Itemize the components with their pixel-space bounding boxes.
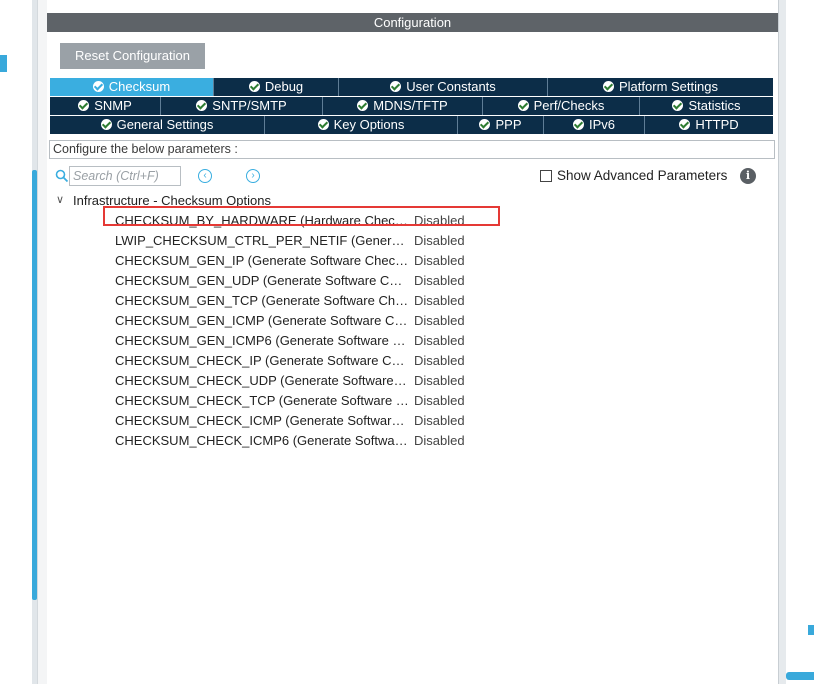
tab-label: HTTPD: [695, 117, 739, 132]
param-name: LWIP_CHECKSUM_CTRL_PER_NETIF (Generate S…: [115, 233, 409, 248]
group-label[interactable]: Infrastructure - Checksum Options: [73, 193, 271, 208]
check-circle-icon: [672, 100, 684, 111]
previous-result-icon[interactable]: ‹: [198, 169, 212, 183]
check-circle-icon: [679, 119, 691, 130]
tab-platform-settings[interactable]: Platform Settings: [548, 78, 773, 96]
param-value[interactable]: Disabled: [414, 431, 465, 451]
param-value[interactable]: Disabled: [414, 211, 465, 231]
param-value[interactable]: Disabled: [414, 311, 465, 331]
tab-statistics[interactable]: Statistics: [640, 97, 773, 115]
param-value[interactable]: Disabled: [414, 391, 465, 411]
check-circle-icon: [572, 119, 584, 130]
next-result-icon[interactable]: ›: [246, 169, 260, 183]
tab-row-2: SNMP SNTP/SMTP MDNS/TFTP Perf/Checks Sta…: [50, 97, 773, 115]
tab-label: Debug: [264, 79, 304, 94]
check-circle-icon: [196, 100, 208, 111]
tab-label: Platform Settings: [619, 79, 718, 94]
param-name: CHECKSUM_GEN_ICMP (Generate Software Che…: [115, 313, 409, 328]
description-box: Configure the below parameters :: [49, 140, 775, 159]
tab-checksum[interactable]: Checksum: [50, 78, 214, 96]
param-row[interactable]: CHECKSUM_CHECK_ICMP6 (Generate Software …: [115, 431, 475, 451]
param-row[interactable]: CHECKSUM_GEN_ICMP (Generate Software Che…: [115, 311, 475, 331]
tab-user-constants[interactable]: User Constants: [339, 78, 548, 96]
tab-label: General Settings: [116, 117, 214, 132]
check-circle-icon: [78, 100, 90, 111]
tab-label: Key Options: [333, 117, 405, 132]
param-row[interactable]: CHECKSUM_GEN_ICMP6 (Generate Software Ch…: [115, 331, 475, 351]
param-row[interactable]: CHECKSUM_GEN_TCP (Generate Software Chec…: [115, 291, 475, 311]
search-input[interactable]: [69, 166, 181, 186]
check-circle-icon: [357, 100, 369, 111]
param-name: CHECKSUM_CHECK_ICMP6 (Generate Software …: [115, 433, 409, 448]
left-splitter[interactable]: [37, 0, 47, 684]
tab-snmp[interactable]: SNMP: [50, 97, 161, 115]
tab-general-settings[interactable]: General Settings: [50, 116, 265, 134]
check-circle-icon: [92, 81, 104, 92]
param-value[interactable]: Disabled: [414, 331, 465, 351]
tab-label: SNMP: [94, 98, 132, 113]
tab-label: Statistics: [688, 98, 741, 113]
tab-label: User Constants: [406, 79, 496, 94]
param-value[interactable]: Disabled: [414, 291, 465, 311]
param-value[interactable]: Disabled: [414, 411, 465, 431]
check-circle-icon: [517, 100, 529, 111]
param-name: CHECKSUM_CHECK_UDP (Generate Software Ch…: [115, 373, 409, 388]
show-advanced-label: Show Advanced Parameters: [557, 168, 728, 183]
tab-mdns-tftp[interactable]: MDNS/TFTP: [323, 97, 483, 115]
tab-label: PPP: [495, 117, 522, 132]
param-row[interactable]: CHECKSUM_CHECK_ICMP (Generate Software C…: [115, 411, 475, 431]
param-value[interactable]: Disabled: [414, 371, 465, 391]
tab-httpd[interactable]: HTTPD: [645, 116, 773, 134]
right-pane: [786, 0, 814, 684]
param-row[interactable]: CHECKSUM_CHECK_IP (Generate Software Che…: [115, 351, 475, 371]
check-circle-icon: [248, 81, 260, 92]
check-circle-icon: [317, 119, 329, 130]
param-value[interactable]: Disabled: [414, 231, 465, 251]
search-icon: [55, 169, 69, 183]
param-name: CHECKSUM_GEN_IP (Generate Software Check…: [115, 253, 409, 268]
tab-label: MDNS/TFTP: [373, 98, 448, 113]
param-name: CHECKSUM_CHECK_IP (Generate Software Che…: [115, 353, 409, 368]
right-pane-marker: [808, 625, 814, 635]
param-value[interactable]: Disabled: [414, 251, 465, 271]
check-circle-icon: [479, 119, 491, 130]
param-name: CHECKSUM_GEN_TCP (Generate Software Chec…: [115, 293, 409, 308]
reset-configuration-button[interactable]: Reset Configuration: [60, 43, 205, 69]
tab-row-1: Checksum Debug User Constants Platform S…: [50, 78, 773, 96]
right-scrollbar-thumb[interactable]: [786, 672, 814, 680]
tab-label: SNTP/SMTP: [212, 98, 287, 113]
param-row[interactable]: CHECKSUM_GEN_UDP (Generate Software Chec…: [115, 271, 475, 291]
tab-key-options[interactable]: Key Options: [265, 116, 458, 134]
show-advanced-checkbox[interactable]: [540, 170, 552, 182]
tab-perf-checks[interactable]: Perf/Checks: [483, 97, 640, 115]
tab-sntp-smtp[interactable]: SNTP/SMTP: [161, 97, 323, 115]
tab-label: Checksum: [108, 79, 171, 94]
check-circle-icon: [603, 81, 614, 92]
param-row[interactable]: CHECKSUM_GEN_IP (Generate Software Check…: [115, 251, 475, 271]
chevron-down-icon[interactable]: ∨: [56, 194, 68, 206]
param-value[interactable]: Disabled: [414, 351, 465, 371]
tab-row-3: General Settings Key Options PPP IPv6 HT…: [50, 116, 773, 134]
tab-ppp[interactable]: PPP: [458, 116, 544, 134]
check-circle-icon: [100, 119, 112, 130]
tab-label: IPv6: [588, 117, 615, 132]
param-name: CHECKSUM_GEN_UDP (Generate Software Chec…: [115, 273, 409, 288]
tab-label: Perf/Checks: [533, 98, 605, 113]
tab-debug[interactable]: Debug: [214, 78, 339, 96]
param-name: CHECKSUM_CHECK_TCP (Generate Software Ch…: [115, 393, 409, 408]
param-name: CHECKSUM_CHECK_ICMP (Generate Software C…: [115, 413, 409, 428]
param-row[interactable]: CHECKSUM_BY_HARDWARE (Hardware Checksum)…: [115, 211, 475, 231]
param-name: CHECKSUM_BY_HARDWARE (Hardware Checksum): [115, 213, 409, 228]
info-icon[interactable]: i: [740, 168, 756, 184]
check-circle-icon: [390, 81, 402, 92]
param-row[interactable]: CHECKSUM_CHECK_TCP (Generate Software Ch…: [115, 391, 475, 411]
panel-title: Configuration: [47, 13, 778, 32]
left-pane-marker: [0, 55, 7, 72]
param-value[interactable]: Disabled: [414, 271, 465, 291]
tab-ipv6[interactable]: IPv6: [544, 116, 645, 134]
param-name: CHECKSUM_GEN_ICMP6 (Generate Software Ch…: [115, 333, 409, 348]
param-row[interactable]: LWIP_CHECKSUM_CTRL_PER_NETIF (Generate S…: [115, 231, 475, 251]
param-row[interactable]: CHECKSUM_CHECK_UDP (Generate Software Ch…: [115, 371, 475, 391]
